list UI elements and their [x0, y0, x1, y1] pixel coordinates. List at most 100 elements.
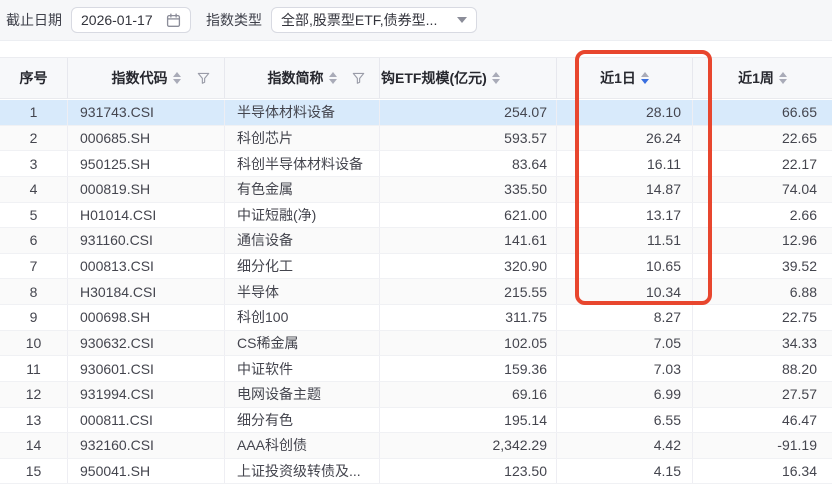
- cell-w1: 2.66: [693, 203, 832, 228]
- calendar-icon: [166, 13, 181, 28]
- cell-name: 科创半导体材料设备: [225, 151, 380, 176]
- column-header-serial: 序号: [0, 58, 68, 98]
- table-row[interactable]: 15950041.SH上证投资级转债及...123.504.1516.34: [0, 459, 832, 485]
- cell-code: 931743.CSI: [68, 100, 225, 125]
- table-row[interactable]: 4000819.SH有色金属335.5014.8774.04: [0, 177, 832, 203]
- screen: 截止日期 2026-01-17 指数类型 全部,股票型ETF,债券型... 序号: [0, 0, 832, 486]
- cell-code: 930601.CSI: [68, 356, 225, 381]
- cell-w1: 66.65: [693, 100, 832, 125]
- cell-no: 15: [0, 459, 68, 484]
- table-row[interactable]: 2000685.SH科创芯片593.5726.2422.65: [0, 126, 832, 152]
- cell-w1: 22.17: [693, 151, 832, 176]
- cell-d1: 10.34: [557, 279, 693, 304]
- cell-code: H01014.CSI: [68, 203, 225, 228]
- cell-code: 932160.CSI: [68, 433, 225, 458]
- column-header-etf-scale[interactable]: 钩ETF规模(亿元): [380, 58, 557, 98]
- cell-w1: 34.33: [693, 331, 832, 356]
- cell-name: CS稀金属: [225, 331, 380, 356]
- cell-name: 上证投资级转债及...: [225, 459, 380, 484]
- cell-scale: 102.05: [380, 331, 557, 356]
- cell-d1: 11.51: [557, 228, 693, 253]
- sort-icon[interactable]: [329, 72, 337, 84]
- cell-scale: 123.50: [380, 459, 557, 484]
- cell-d1: 14.87: [557, 177, 693, 202]
- cell-code: H30184.CSI: [68, 279, 225, 304]
- sort-icon-active-desc[interactable]: [641, 72, 649, 84]
- table-row[interactable]: 10930632.CSICS稀金属102.057.0534.33: [0, 331, 832, 357]
- cell-d1: 10.65: [557, 254, 693, 279]
- cell-scale: 593.57: [380, 126, 557, 151]
- column-header-index-code[interactable]: 指数代码: [68, 58, 225, 98]
- cell-code: 000813.CSI: [68, 254, 225, 279]
- table-header: 序号 指数代码 指数简称 钩ETF规模(亿元) 近: [0, 57, 832, 99]
- cell-d1: 4.42: [557, 433, 693, 458]
- cell-scale: 320.90: [380, 254, 557, 279]
- table-row[interactable]: 6931160.CSI通信设备141.6111.5112.96: [0, 228, 832, 254]
- table-body: 1931743.CSI半导体材料设备254.0728.1066.65200068…: [0, 100, 832, 484]
- sort-icon[interactable]: [492, 72, 500, 84]
- cell-no: 12: [0, 382, 68, 407]
- cell-no: 5: [0, 203, 68, 228]
- table-row[interactable]: 7000813.CSI细分化工320.9010.6539.52: [0, 254, 832, 280]
- index-type-select[interactable]: 全部,股票型ETF,债券型...: [271, 7, 477, 33]
- filter-icon[interactable]: [197, 72, 210, 85]
- cell-code: 931160.CSI: [68, 228, 225, 253]
- column-label: 近1周: [738, 68, 774, 88]
- cell-d1: 26.24: [557, 126, 693, 151]
- cell-w1: 46.47: [693, 408, 832, 433]
- table-row[interactable]: 5H01014.CSI中证短融(净)621.0013.172.66: [0, 203, 832, 229]
- cell-scale: 215.55: [380, 279, 557, 304]
- cell-code: 930632.CSI: [68, 331, 225, 356]
- date-picker-input[interactable]: 2026-01-17: [71, 7, 191, 33]
- sort-icon[interactable]: [779, 72, 787, 84]
- cell-d1: 13.17: [557, 203, 693, 228]
- cell-name: 电网设备主题: [225, 382, 380, 407]
- cell-no: 9: [0, 305, 68, 330]
- table-row[interactable]: 1931743.CSI半导体材料设备254.0728.1066.65: [0, 100, 832, 126]
- cell-no: 4: [0, 177, 68, 202]
- cell-code: 931994.CSI: [68, 382, 225, 407]
- column-header-index-name[interactable]: 指数简称: [225, 58, 380, 98]
- cell-no: 6: [0, 228, 68, 253]
- table-row[interactable]: 11930601.CSI中证软件159.367.0388.20: [0, 356, 832, 382]
- sort-icon[interactable]: [173, 72, 181, 84]
- cell-name: 科创芯片: [225, 126, 380, 151]
- cell-w1: 6.88: [693, 279, 832, 304]
- column-label: 钩ETF规模(亿元): [381, 68, 487, 88]
- cell-scale: 195.14: [380, 408, 557, 433]
- column-header-1week[interactable]: 近1周: [693, 58, 832, 98]
- cell-scale: 311.75: [380, 305, 557, 330]
- column-label: 指数简称: [268, 68, 324, 88]
- cell-name: AAA科创债: [225, 433, 380, 458]
- column-header-1day[interactable]: 近1日: [557, 58, 693, 98]
- cell-name: 通信设备: [225, 228, 380, 253]
- filter-icon[interactable]: [352, 72, 365, 85]
- cell-name: 半导体: [225, 279, 380, 304]
- cell-code: 000685.SH: [68, 126, 225, 151]
- table-row[interactable]: 14932160.CSIAAA科创债2,342.294.42-91.19: [0, 433, 832, 459]
- cell-w1: 16.34: [693, 459, 832, 484]
- cell-w1: 27.57: [693, 382, 832, 407]
- table-row[interactable]: 8H30184.CSI半导体215.5510.346.88: [0, 279, 832, 305]
- cell-scale: 254.07: [380, 100, 557, 125]
- index-type-label: 指数类型: [206, 10, 262, 30]
- date-value: 2026-01-17: [81, 12, 153, 28]
- cell-name: 半导体材料设备: [225, 100, 380, 125]
- cell-w1: 12.96: [693, 228, 832, 253]
- cell-code: 000811.CSI: [68, 408, 225, 433]
- cell-name: 细分化工: [225, 254, 380, 279]
- table-row[interactable]: 12931994.CSI电网设备主题69.166.9927.57: [0, 382, 832, 408]
- cell-w1: 88.20: [693, 356, 832, 381]
- cell-no: 7: [0, 254, 68, 279]
- table-row[interactable]: 3950125.SH科创半导体材料设备83.6416.1122.17: [0, 151, 832, 177]
- cell-no: 8: [0, 279, 68, 304]
- cell-code: 000819.SH: [68, 177, 225, 202]
- table-row[interactable]: 9000698.SH科创100311.758.2722.75: [0, 305, 832, 331]
- cell-d1: 7.03: [557, 356, 693, 381]
- table-row[interactable]: 13000811.CSI细分有色195.146.5546.47: [0, 408, 832, 434]
- cell-scale: 621.00: [380, 203, 557, 228]
- cell-w1: 22.75: [693, 305, 832, 330]
- cell-d1: 6.55: [557, 408, 693, 433]
- chevron-down-icon: [457, 17, 467, 23]
- toolbar: 截止日期 2026-01-17 指数类型 全部,股票型ETF,债券型...: [0, 0, 832, 41]
